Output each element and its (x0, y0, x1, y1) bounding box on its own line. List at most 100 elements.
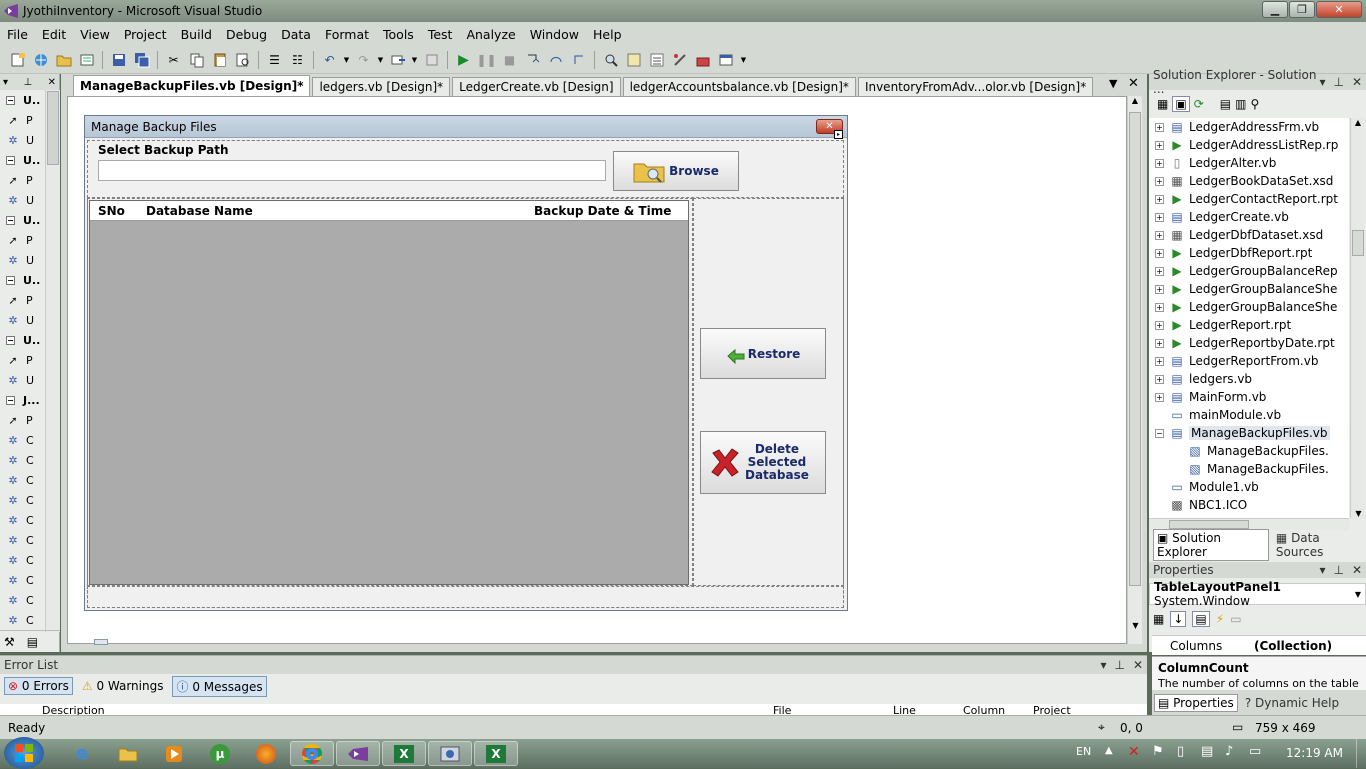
pin-icon[interactable]: ⊥ (23, 77, 32, 88)
toolbox-item[interactable]: ✲ U (0, 130, 44, 150)
close-icon[interactable]: ✕ (48, 77, 56, 88)
toolbox-item[interactable]: ➚ P (0, 410, 44, 430)
tab-properties[interactable]: ▤ Properties (1154, 693, 1238, 712)
properties-object-selector[interactable]: TableLayoutPanel1 System.Window ▼ (1149, 580, 1366, 608)
scrollbar-thumb[interactable] (47, 91, 59, 165)
minimize-button[interactable]: ▁ (1262, 1, 1288, 18)
toolbox-item[interactable]: ➚ P (0, 230, 44, 250)
view-designer-icon[interactable]: ▥ (1235, 97, 1246, 111)
menu-test[interactable]: Test (421, 27, 460, 42)
find-button[interactable] (233, 50, 253, 70)
start-button[interactable] (4, 737, 44, 769)
close-document-icon[interactable]: ✕ (1128, 76, 1139, 91)
menu-tools[interactable]: Tools (376, 27, 421, 42)
redo-button[interactable]: ↷ (354, 50, 374, 70)
solution-explorer-button[interactable] (624, 50, 644, 70)
component-tray-icon[interactable] (94, 639, 108, 645)
chevron-down-icon[interactable]: ▾ (1319, 563, 1325, 577)
expand-icon[interactable]: + (1155, 320, 1164, 330)
taskbar-ie[interactable]: e (60, 741, 104, 766)
taskbar-excel[interactable]: X (382, 741, 426, 766)
pin-icon[interactable]: ⊥ (1333, 75, 1343, 89)
toolbox-item[interactable]: ✲ U (0, 370, 44, 390)
tab-list-dropdown-icon[interactable]: ▼ (1109, 77, 1117, 90)
toolbox-group[interactable]: − U.. (0, 270, 44, 290)
step-over-button[interactable] (546, 50, 566, 70)
grid-header-sno[interactable]: SNo (90, 204, 138, 218)
expand-icon[interactable]: + (1155, 176, 1164, 186)
browse-button[interactable]: Browse (613, 151, 739, 191)
show-desktop-button[interactable] (1356, 739, 1366, 768)
menu-help[interactable]: Help (586, 27, 629, 42)
solution-item[interactable]: ▭ Module1.vb (1149, 478, 1349, 496)
scroll-down-icon[interactable]: ▼ (1128, 621, 1143, 630)
chevron-down-icon[interactable]: ▾ (1100, 658, 1106, 672)
menu-window[interactable]: Window (523, 27, 586, 42)
menu-debug[interactable]: Debug (219, 27, 274, 42)
solution-item[interactable]: + ▦ LedgerBookDataSet.xsd (1149, 172, 1349, 190)
new-project-button[interactable] (8, 50, 28, 70)
scrollbar-thumb[interactable] (1129, 112, 1141, 586)
undo-dropdown[interactable]: ▼ (343, 50, 351, 70)
align-left-button[interactable]: ☰ (265, 50, 285, 70)
navigate-dropdown[interactable]: ▼ (411, 50, 419, 70)
backup-path-input[interactable] (98, 160, 606, 181)
start-page-button[interactable] (716, 50, 736, 70)
toolbox-item[interactable]: ➚ P (0, 350, 44, 370)
toolbox-button[interactable] (693, 50, 713, 70)
menu-data[interactable]: Data (274, 27, 318, 42)
solution-item[interactable]: + ▶ LedgerContactReport.rpt (1149, 190, 1349, 208)
scroll-up-icon[interactable]: ▲ (1128, 96, 1142, 105)
tray-volume-icon[interactable]: ♪ (1225, 744, 1233, 759)
toolbox-item[interactable]: ✲ U (0, 250, 44, 270)
toolbox-item[interactable]: ✲ C (0, 490, 44, 510)
close-icon[interactable]: ✕ (1352, 75, 1362, 89)
collapse-icon[interactable]: − (6, 155, 15, 165)
class-diagram-icon[interactable]: ⚲ (1250, 97, 1259, 111)
tab-dynamic-help[interactable]: ? Dynamic Help (1242, 695, 1342, 711)
start-debugging-button[interactable]: ▶ (454, 50, 474, 70)
taskbar-explorer[interactable] (106, 741, 150, 766)
chevron-down-icon[interactable]: ▾ (3, 77, 8, 88)
toolbox-group[interactable]: − U.. (0, 90, 44, 110)
solution-item[interactable]: ▧ ManageBackupFiles. (1149, 460, 1349, 478)
scroll-up-icon[interactable]: ▲ (1351, 118, 1365, 127)
toolbox-item[interactable]: ✲ U (0, 190, 44, 210)
expand-icon[interactable]: + (1155, 338, 1164, 348)
redo-dropdown[interactable]: ▼ (377, 50, 385, 70)
close-icon[interactable]: ✕ (1352, 563, 1362, 577)
errors-filter-button[interactable]: ⊗ 0 Errors (4, 677, 73, 695)
toolbox-item[interactable]: ➚ P (0, 290, 44, 310)
expand-icon[interactable]: + (1155, 374, 1164, 384)
expand-icon[interactable]: + (1155, 302, 1164, 312)
solution-item[interactable]: + ▤ LedgerAddressFrm.vb (1149, 118, 1349, 136)
solution-item[interactable]: + ▶ LedgerGroupBalanceRep (1149, 262, 1349, 280)
solution-item[interactable]: + ▶ LedgerGroupBalanceShe (1149, 280, 1349, 298)
toolbox-item[interactable]: ✲ C (0, 510, 44, 530)
toolbox-group[interactable]: − U.. (0, 210, 44, 230)
toolbox-group[interactable]: − U.. (0, 150, 44, 170)
pin-icon[interactable]: ⊥ (1114, 658, 1124, 672)
restore-button[interactable]: ❐ (1289, 1, 1315, 18)
navigate-forward-button[interactable] (422, 50, 442, 70)
taskbar-firefox[interactable] (244, 741, 288, 766)
properties-icon[interactable]: ▦ (1157, 97, 1168, 111)
solution-item[interactable]: + ▶ LedgerDbfReport.rpt (1149, 244, 1349, 262)
menu-view[interactable]: View (73, 27, 117, 42)
toolbox-item[interactable]: ✲ C (0, 590, 44, 610)
toolbox-item[interactable]: ➚ P (0, 110, 44, 130)
expand-icon[interactable]: + (1155, 212, 1164, 222)
expand-icon[interactable]: + (1155, 266, 1164, 276)
events-icon[interactable]: ⚡ (1216, 612, 1224, 626)
toolbox-item[interactable]: ✲ C (0, 450, 44, 470)
undo-button[interactable]: ↶ (320, 50, 340, 70)
expand-icon[interactable]: + (1155, 230, 1164, 240)
solution-item[interactable]: + ▤ LedgerReportFrom.vb (1149, 352, 1349, 370)
view-code-icon[interactable]: ▤ (1220, 97, 1231, 111)
property-row-columns[interactable]: Columns (Collection) (1152, 635, 1366, 655)
toolbox-group[interactable]: − U.. (0, 330, 44, 350)
backup-files-grid[interactable]: SNo Database Name Backup Date & Time (89, 200, 689, 585)
navigate-backward-button[interactable] (388, 50, 408, 70)
taskbar-utorrent[interactable]: µ (198, 741, 242, 766)
expand-icon[interactable]: + (1155, 392, 1164, 402)
